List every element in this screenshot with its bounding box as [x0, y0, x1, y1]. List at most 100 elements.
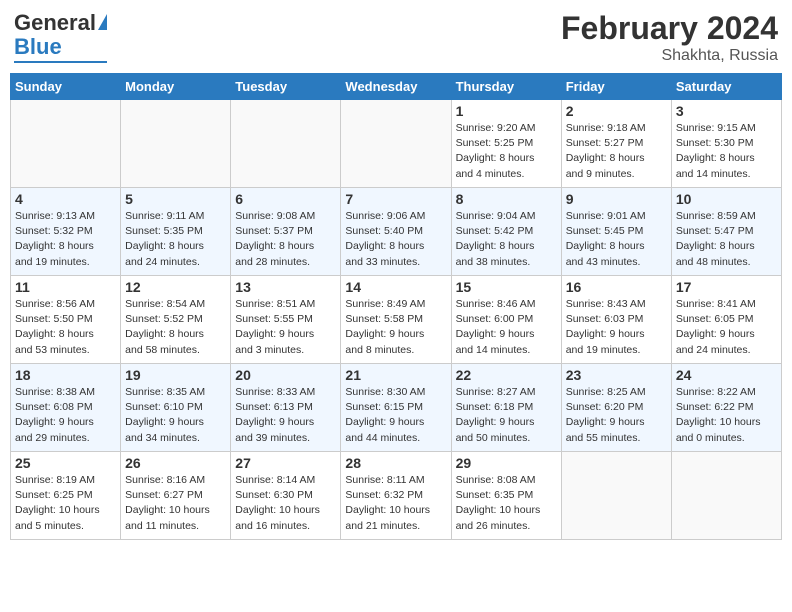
- day-info: Sunrise: 8:19 AM Sunset: 6:25 PM Dayligh…: [15, 473, 116, 534]
- calendar-cell: 19 Sunrise: 8:35 AM Sunset: 6:10 PM Dayli…: [121, 364, 231, 452]
- logo-blue: Blue: [14, 34, 62, 60]
- calendar-cell: 14Sunrise: 8:49 AM Sunset: 5:58 PM Dayli…: [341, 276, 451, 364]
- calendar-cell: [231, 100, 341, 188]
- calendar-cell: 27 Sunrise: 8:14 AM Sunset: 6:30 PM Dayli…: [231, 452, 341, 540]
- day-info: Sunrise: 8:56 AM Sunset: 5:50 PM Dayligh…: [15, 297, 116, 358]
- calendar-cell: 24 Sunrise: 8:22 AM Sunset: 6:22 PM Dayli…: [671, 364, 781, 452]
- day-number: 24: [676, 367, 777, 383]
- day-number: 2: [566, 103, 667, 119]
- calendar-cell: [121, 100, 231, 188]
- day-number: 20: [235, 367, 336, 383]
- col-header-wednesday: Wednesday: [341, 74, 451, 100]
- day-info: Sunrise: 8:46 AM Sunset: 6:00 PM Dayligh…: [456, 297, 557, 358]
- calendar-cell: 7 Sunrise: 9:06 AM Sunset: 5:40 PM Daylig…: [341, 188, 451, 276]
- day-info: Sunrise: 9:13 AM Sunset: 5:32 PM Dayligh…: [15, 209, 116, 270]
- day-number: 26: [125, 455, 226, 471]
- calendar-cell: 29 Sunrise: 8:08 AM Sunset: 6:35 PM Dayli…: [451, 452, 561, 540]
- day-number: 1: [456, 103, 557, 119]
- day-number: 5: [125, 191, 226, 207]
- day-info: Sunrise: 8:54 AM Sunset: 5:52 PM Dayligh…: [125, 297, 226, 358]
- day-number: 15: [456, 279, 557, 295]
- day-info: Sunrise: 8:16 AM Sunset: 6:27 PM Dayligh…: [125, 473, 226, 534]
- day-info: Sunrise: 9:08 AM Sunset: 5:37 PM Dayligh…: [235, 209, 336, 270]
- day-number: 8: [456, 191, 557, 207]
- day-info: Sunrise: 9:11 AM Sunset: 5:35 PM Dayligh…: [125, 209, 226, 270]
- col-header-friday: Friday: [561, 74, 671, 100]
- calendar-week-3: 11 Sunrise: 8:56 AM Sunset: 5:50 PM Dayli…: [11, 276, 782, 364]
- calendar-cell: 17 Sunrise: 8:41 AM Sunset: 6:05 PM Dayli…: [671, 276, 781, 364]
- col-header-monday: Monday: [121, 74, 231, 100]
- day-number: 23: [566, 367, 667, 383]
- calendar-cell: 23 Sunrise: 8:25 AM Sunset: 6:20 PM Dayli…: [561, 364, 671, 452]
- calendar-cell: 26 Sunrise: 8:16 AM Sunset: 6:27 PM Dayli…: [121, 452, 231, 540]
- title-area: February 2024 Shakhta, Russia: [561, 10, 778, 65]
- day-number: 21: [345, 367, 446, 383]
- calendar-cell: 6 Sunrise: 9:08 AM Sunset: 5:37 PM Daylig…: [231, 188, 341, 276]
- day-info: Sunrise: 8:49 AM Sunset: 5:58 PM Dayligh…: [345, 297, 446, 358]
- day-info: Sunrise: 8:51 AM Sunset: 5:55 PM Dayligh…: [235, 297, 336, 358]
- calendar-cell: 5 Sunrise: 9:11 AM Sunset: 5:35 PM Daylig…: [121, 188, 231, 276]
- day-info: Sunrise: 9:15 AM Sunset: 5:30 PM Dayligh…: [676, 121, 777, 182]
- day-info: Sunrise: 8:35 AM Sunset: 6:10 PM Dayligh…: [125, 385, 226, 446]
- day-number: 27: [235, 455, 336, 471]
- calendar-cell: 18Sunrise: 8:38 AM Sunset: 6:08 PM Dayli…: [11, 364, 121, 452]
- calendar-cell: 13 Sunrise: 8:51 AM Sunset: 5:55 PM Dayli…: [231, 276, 341, 364]
- calendar-cell: 28 Sunrise: 8:11 AM Sunset: 6:32 PM Dayli…: [341, 452, 451, 540]
- day-number: 6: [235, 191, 336, 207]
- col-header-sunday: Sunday: [11, 74, 121, 100]
- calendar-cell: 12 Sunrise: 8:54 AM Sunset: 5:52 PM Dayli…: [121, 276, 231, 364]
- day-info: Sunrise: 9:18 AM Sunset: 5:27 PM Dayligh…: [566, 121, 667, 182]
- day-info: Sunrise: 8:22 AM Sunset: 6:22 PM Dayligh…: [676, 385, 777, 446]
- day-number: 10: [676, 191, 777, 207]
- day-info: Sunrise: 8:43 AM Sunset: 6:03 PM Dayligh…: [566, 297, 667, 358]
- day-number: 17: [676, 279, 777, 295]
- logo-general: General: [14, 10, 96, 36]
- day-number: 4: [15, 191, 116, 207]
- calendar-week-2: 4 Sunrise: 9:13 AM Sunset: 5:32 PM Daylig…: [11, 188, 782, 276]
- day-info: Sunrise: 8:08 AM Sunset: 6:35 PM Dayligh…: [456, 473, 557, 534]
- col-header-thursday: Thursday: [451, 74, 561, 100]
- day-number: 11: [15, 279, 116, 295]
- calendar-cell: 16 Sunrise: 8:43 AM Sunset: 6:03 PM Dayli…: [561, 276, 671, 364]
- day-number: 18: [15, 367, 116, 383]
- day-info: Sunrise: 9:20 AM Sunset: 5:25 PM Dayligh…: [456, 121, 557, 182]
- day-info: Sunrise: 8:25 AM Sunset: 6:20 PM Dayligh…: [566, 385, 667, 446]
- calendar-cell: 10 Sunrise: 8:59 AM Sunset: 5:47 PM Dayli…: [671, 188, 781, 276]
- calendar-cell: 8Sunrise: 9:04 AM Sunset: 5:42 PM Daylig…: [451, 188, 561, 276]
- day-info: Sunrise: 8:11 AM Sunset: 6:32 PM Dayligh…: [345, 473, 446, 534]
- day-number: 22: [456, 367, 557, 383]
- calendar-cell: 9Sunrise: 9:01 AM Sunset: 5:45 PM Daylig…: [561, 188, 671, 276]
- calendar-cell: [341, 100, 451, 188]
- logo: General Blue: [14, 10, 107, 63]
- day-info: Sunrise: 8:33 AM Sunset: 6:13 PM Dayligh…: [235, 385, 336, 446]
- calendar-cell: 25Sunrise: 8:19 AM Sunset: 6:25 PM Dayli…: [11, 452, 121, 540]
- day-info: Sunrise: 8:59 AM Sunset: 5:47 PM Dayligh…: [676, 209, 777, 270]
- month-title: February 2024: [561, 10, 778, 47]
- day-number: 28: [345, 455, 446, 471]
- logo-triangle: [98, 14, 107, 30]
- calendar-week-1: 1 Sunrise: 9:20 AM Sunset: 5:25 PM Daylig…: [11, 100, 782, 188]
- day-number: 12: [125, 279, 226, 295]
- calendar-cell: 22Sunrise: 8:27 AM Sunset: 6:18 PM Dayli…: [451, 364, 561, 452]
- calendar-cell: [561, 452, 671, 540]
- calendar-cell: 21 Sunrise: 8:30 AM Sunset: 6:15 PM Dayli…: [341, 364, 451, 452]
- day-number: 16: [566, 279, 667, 295]
- day-number: 9: [566, 191, 667, 207]
- calendar-cell: 3 Sunrise: 9:15 AM Sunset: 5:30 PM Daylig…: [671, 100, 781, 188]
- day-number: 19: [125, 367, 226, 383]
- location-title: Shakhta, Russia: [561, 47, 778, 65]
- calendar-cell: 11 Sunrise: 8:56 AM Sunset: 5:50 PM Dayli…: [11, 276, 121, 364]
- calendar-cell: [11, 100, 121, 188]
- day-number: 3: [676, 103, 777, 119]
- day-number: 7: [345, 191, 446, 207]
- day-number: 13: [235, 279, 336, 295]
- day-info: Sunrise: 9:06 AM Sunset: 5:40 PM Dayligh…: [345, 209, 446, 270]
- col-header-saturday: Saturday: [671, 74, 781, 100]
- day-info: Sunrise: 8:14 AM Sunset: 6:30 PM Dayligh…: [235, 473, 336, 534]
- day-number: 29: [456, 455, 557, 471]
- calendar-cell: [671, 452, 781, 540]
- day-info: Sunrise: 8:30 AM Sunset: 6:15 PM Dayligh…: [345, 385, 446, 446]
- calendar-cell: 1 Sunrise: 9:20 AM Sunset: 5:25 PM Daylig…: [451, 100, 561, 188]
- day-info: Sunrise: 8:41 AM Sunset: 6:05 PM Dayligh…: [676, 297, 777, 358]
- calendar-cell: 15 Sunrise: 8:46 AM Sunset: 6:00 PM Dayli…: [451, 276, 561, 364]
